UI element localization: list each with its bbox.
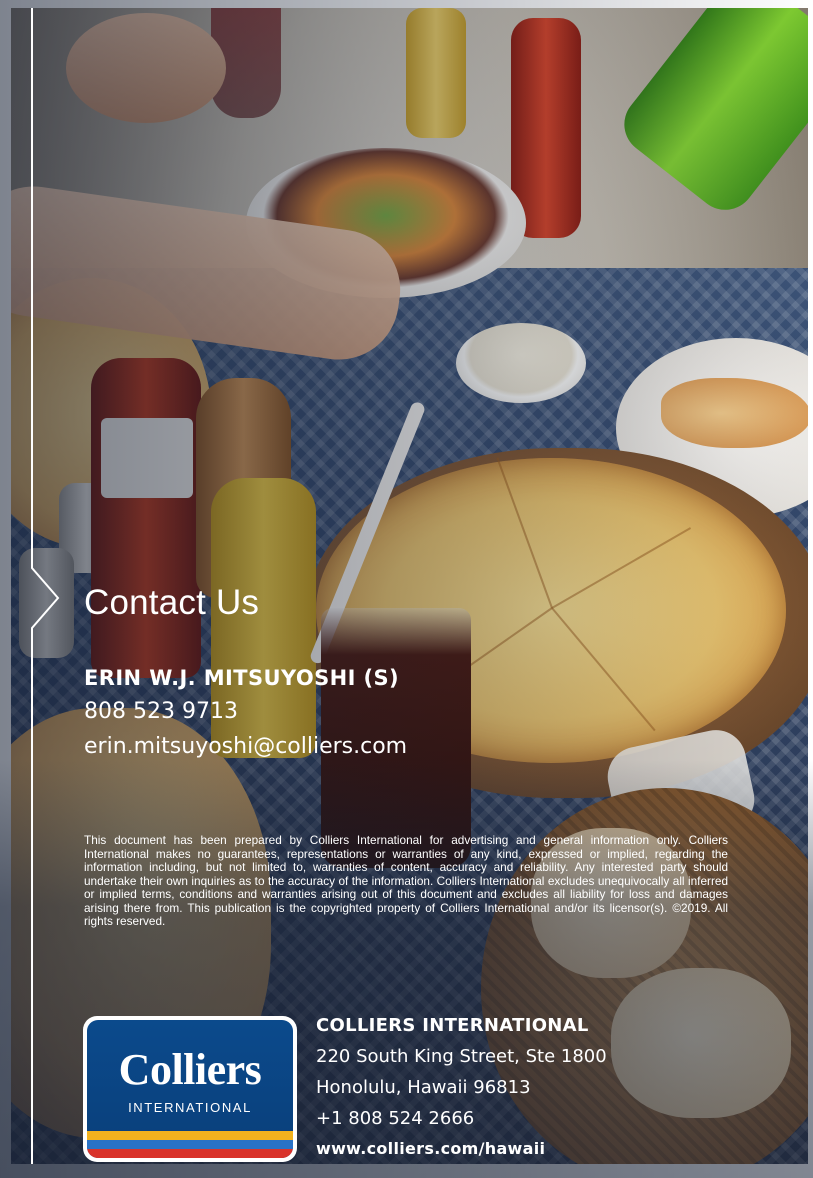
logo-panel: Colliers INTERNATIONAL bbox=[87, 1020, 293, 1158]
chevron-bracket-icon bbox=[31, 8, 60, 1164]
brochure-back-page: Contact Us ERIN W.J. MITSUYOSHI (S) 808 … bbox=[0, 0, 813, 1178]
office-address-line1: 220 South King Street, Ste 1800 bbox=[316, 1046, 607, 1067]
logo-stripe-blue bbox=[87, 1140, 293, 1149]
colliers-logo: Colliers INTERNATIONAL bbox=[83, 1016, 297, 1162]
office-name: COLLIERS INTERNATIONAL bbox=[316, 1015, 589, 1036]
contact-email[interactable]: erin.mitsuyoshi@colliers.com bbox=[84, 734, 407, 759]
office-phone: +1 808 524 2666 bbox=[316, 1108, 475, 1129]
contact-phone: 808 523 9713 bbox=[84, 699, 238, 724]
logo-stripe-yellow bbox=[87, 1131, 293, 1140]
logo-stripe-red bbox=[87, 1149, 293, 1158]
logo-wordmark: Colliers bbox=[118, 1045, 262, 1094]
contact-name: ERIN W.J. MITSUYOSHI (S) bbox=[84, 666, 400, 690]
contact-heading: Contact Us bbox=[84, 583, 260, 622]
disclaimer-text: This document has been prepared by Colli… bbox=[84, 833, 728, 928]
logo-subtitle: INTERNATIONAL bbox=[128, 1100, 252, 1115]
office-website-link[interactable]: www.colliers.com/hawaii bbox=[316, 1139, 545, 1158]
office-address-line2: Honolulu, Hawaii 96813 bbox=[316, 1077, 531, 1098]
